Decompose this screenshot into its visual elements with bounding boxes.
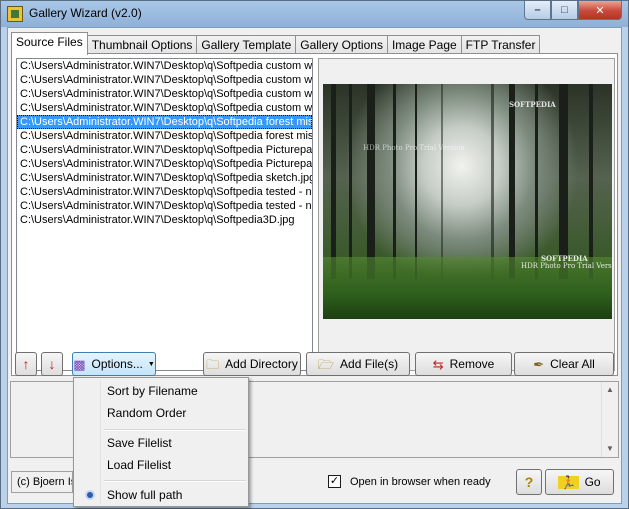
open-folder-icon: 🗁: [317, 356, 335, 372]
arrow-down-icon: ↓: [48, 356, 56, 372]
clear-all-button[interactable]: ✒ Clear All: [514, 352, 614, 376]
list-item[interactable]: C:\Users\Administrator.WIN7\Desktop\q\So…: [17, 101, 312, 115]
open-browser-checkbox[interactable]: ✓: [328, 475, 341, 488]
menu-item-load-filelist[interactable]: Load Filelist: [76, 455, 246, 475]
watermark-text: HDR Photo Pro Trial Version: [521, 262, 612, 270]
copyright-text: (c) Bjoern Is: [11, 471, 73, 493]
list-item[interactable]: C:\Users\Administrator.WIN7\Desktop\q\So…: [17, 143, 312, 157]
list-item[interactable]: C:\Users\Administrator.WIN7\Desktop\q\So…: [17, 199, 312, 213]
source-files-panel: C:\Users\Administrator.WIN7\Desktop\q\So…: [11, 53, 618, 376]
options-icon: ▩: [73, 356, 86, 372]
title-bar[interactable]: Gallery Wizard (v2.0) – □ ✕: [1, 1, 628, 27]
tab-strip: Source Files Thumbnail Options Gallery T…: [11, 32, 541, 55]
menu-item-random-order[interactable]: Random Order: [76, 403, 246, 423]
help-icon: ?: [524, 474, 534, 490]
menu-item-sort-by-filename[interactable]: Sort by Filename: [76, 381, 246, 401]
add-files-button[interactable]: 🗁 Add File(s): [306, 352, 410, 376]
open-browser-option[interactable]: ✓ Open in browser when ready: [328, 475, 491, 488]
options-label: Options...: [91, 357, 143, 371]
move-up-button[interactable]: ↑: [15, 352, 37, 376]
menu-separator: [104, 429, 246, 431]
tab-image-page[interactable]: Image Page: [386, 35, 462, 55]
tab-source-files[interactable]: Source Files: [11, 32, 88, 55]
remove-icon: ⇆: [432, 356, 444, 372]
tab-gallery-options[interactable]: Gallery Options: [295, 35, 388, 55]
add-directory-label: Add Directory: [225, 357, 298, 371]
help-button[interactable]: ?: [516, 469, 542, 495]
tab-thumbnail-options[interactable]: Thumbnail Options: [86, 35, 198, 55]
chevron-down-icon: ▼: [147, 360, 155, 368]
tab-ftp-transfer[interactable]: FTP Transfer: [460, 35, 541, 55]
running-man-icon: 🏃: [558, 474, 579, 490]
options-menu: Sort by Filename Random Order Save Filel…: [73, 377, 249, 507]
scroll-up-icon[interactable]: ▲: [602, 382, 618, 398]
list-item[interactable]: C:\Users\Administrator.WIN7\Desktop\q\So…: [17, 115, 312, 129]
options-button[interactable]: ▩ Options... ▼: [72, 352, 156, 376]
window-controls: – □ ✕: [524, 1, 622, 20]
radio-checked-icon: [87, 492, 93, 498]
menu-separator: [104, 480, 246, 482]
menu-item-label: Show full path: [107, 488, 183, 502]
image-preview-frame: SOFTPEDIA HDR Photo Pro Trial Version SO…: [318, 58, 615, 371]
vertical-scrollbar[interactable]: ▲ ▼: [601, 382, 618, 457]
list-item[interactable]: C:\Users\Administrator.WIN7\Desktop\q\So…: [17, 185, 312, 199]
list-item[interactable]: C:\Users\Administrator.WIN7\Desktop\q\So…: [17, 157, 312, 171]
list-item[interactable]: C:\Users\Administrator.WIN7\Desktop\q\So…: [17, 213, 312, 227]
remove-label: Remove: [449, 357, 495, 371]
watermark-text: HDR Photo Pro Trial Version: [363, 144, 465, 152]
image-preview: SOFTPEDIA HDR Photo Pro Trial Version SO…: [323, 84, 612, 319]
maximize-button[interactable]: □: [551, 1, 578, 20]
app-window: Gallery Wizard (v2.0) – □ ✕ Source Files…: [0, 0, 629, 509]
go-button[interactable]: 🏃 Go: [545, 469, 614, 495]
remove-button[interactable]: ⇆ Remove: [415, 352, 512, 376]
go-label: Go: [584, 475, 601, 489]
minimize-button[interactable]: –: [524, 1, 551, 20]
scroll-down-icon[interactable]: ▼: [602, 441, 618, 457]
close-button[interactable]: ✕: [578, 1, 622, 20]
tab-gallery-template[interactable]: Gallery Template: [196, 35, 297, 55]
watermark-text: SOFTPEDIA: [509, 100, 556, 109]
add-directory-button[interactable]: 🗀 Add Directory: [203, 352, 301, 376]
menu-item-show-full-path[interactable]: Show full path: [76, 485, 246, 505]
menu-item-save-filelist[interactable]: Save Filelist: [76, 433, 246, 453]
move-down-button[interactable]: ↓: [41, 352, 63, 376]
file-list[interactable]: C:\Users\Administrator.WIN7\Desktop\q\So…: [16, 58, 313, 371]
list-item[interactable]: C:\Users\Administrator.WIN7\Desktop\q\So…: [17, 73, 312, 87]
app-icon: [7, 6, 23, 22]
list-item[interactable]: C:\Users\Administrator.WIN7\Desktop\q\So…: [17, 171, 312, 185]
list-item[interactable]: C:\Users\Administrator.WIN7\Desktop\q\So…: [17, 87, 312, 101]
open-browser-label: Open in browser when ready: [350, 475, 491, 488]
list-item[interactable]: C:\Users\Administrator.WIN7\Desktop\q\So…: [17, 129, 312, 143]
file-toolbar: ↑ ↓ ▩ Options... ▼ 🗀 Add Directory 🗁 Add…: [8, 350, 623, 376]
list-item[interactable]: C:\Users\Administrator.WIN7\Desktop\q\So…: [17, 59, 312, 73]
broom-icon: ✒: [533, 356, 545, 372]
arrow-up-icon: ↑: [22, 356, 30, 372]
folder-icon: 🗀: [206, 356, 220, 372]
clear-all-label: Clear All: [550, 357, 595, 371]
add-files-label: Add File(s): [340, 357, 399, 371]
window-title: Gallery Wizard (v2.0): [29, 6, 142, 20]
